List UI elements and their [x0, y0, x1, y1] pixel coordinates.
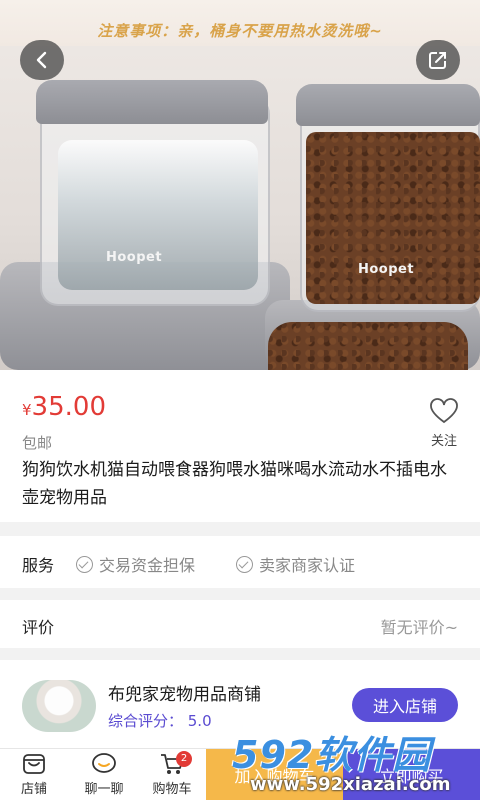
tab-chat[interactable]: 聊一聊: [74, 751, 134, 797]
price: ¥35.00: [22, 392, 106, 422]
food-tray: [268, 322, 468, 370]
site-watermark: 592软件园 www.592xiazai.com: [230, 724, 480, 800]
watermark-url: www.592xiazai.com: [250, 774, 451, 795]
service-label: 服务: [22, 556, 55, 575]
follow-button[interactable]: 关注: [424, 398, 464, 449]
shop-score: 综合评分： 5.0: [108, 712, 212, 730]
shop-avatar: [22, 680, 96, 732]
product-image[interactable]: 注意事项：亲，桶身不要用热水烫洗哦~ Hoopet Hoopet: [0, 0, 480, 370]
shipping-label: 包邮: [22, 434, 53, 452]
share-button[interactable]: [416, 40, 460, 80]
watermark-brand: 592软件园: [232, 733, 432, 777]
check-circle-icon: [236, 555, 253, 573]
service-item-label: 交易资金担保: [99, 556, 196, 575]
water-level: [58, 140, 258, 290]
share-icon: [429, 52, 446, 69]
service-row: 服务 交易资金担保 卖家商家认证: [0, 536, 480, 588]
currency-symbol: ¥: [22, 401, 32, 419]
food-container-lid: [296, 84, 480, 126]
follow-label: 关注: [430, 434, 457, 449]
product-info: ¥35.00 包邮 关注 狗狗饮水机猫自动喂食器狗喂水猫咪喝水流动水不插电水壶宠…: [0, 370, 480, 522]
cat-food: [306, 132, 480, 304]
back-button[interactable]: [20, 40, 64, 80]
enter-shop-button[interactable]: 进入店铺: [352, 688, 458, 722]
chevron-left-icon: [36, 51, 47, 69]
price-value: 35.00: [31, 392, 106, 422]
tab-label: 聊一聊: [84, 782, 124, 797]
review-row[interactable]: 评价 暂无评价~: [0, 600, 480, 648]
notice-text: 注意事项：亲，桶身不要用热水烫洗哦~: [97, 22, 383, 40]
tab-label: 购物车: [152, 782, 192, 797]
product-detail-page: 注意事项：亲，桶身不要用热水烫洗哦~ Hoopet Hoopet ¥35.00 …: [0, 0, 480, 800]
cart-count-badge: 2: [176, 751, 192, 767]
review-value: 暂无评价~: [380, 618, 458, 637]
shop-icon: [23, 754, 45, 774]
tab-shop[interactable]: 店铺: [4, 751, 64, 797]
service-item-certified: 卖家商家认证: [236, 552, 355, 576]
heart-icon: [430, 398, 458, 424]
review-label: 评价: [22, 618, 55, 637]
tab-cart[interactable]: 购物车: [142, 751, 202, 797]
water-bottle-lid: [36, 80, 268, 124]
service-item-label: 卖家商家认证: [259, 556, 356, 575]
shop-name: 布兜家宠物用品商铺: [108, 685, 261, 705]
check-circle-icon: [76, 555, 93, 573]
chat-icon: [92, 753, 116, 773]
tab-label: 店铺: [20, 782, 47, 797]
brand-mark-left: Hoopet: [106, 250, 163, 265]
product-title: 狗狗饮水机猫自动喂食器狗喂水猫咪喝水流动水不插电水壶宠物用品: [22, 460, 447, 508]
brand-mark-right: Hoopet: [358, 262, 415, 277]
service-item-escrow: 交易资金担保: [76, 552, 195, 576]
